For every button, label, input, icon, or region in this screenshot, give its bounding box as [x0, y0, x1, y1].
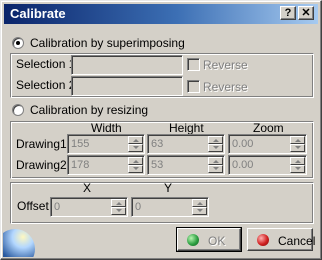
ok-button[interactable]: OK [176, 227, 242, 252]
selection1-field[interactable] [71, 55, 183, 75]
drawing1-width-value: 155 [71, 138, 90, 150]
spin-down-icon[interactable] [128, 165, 143, 173]
reverse2-checkbox[interactable] [187, 80, 200, 93]
spin-down-icon[interactable] [128, 144, 143, 152]
spin-down-icon[interactable] [111, 207, 126, 215]
selection2-label: Selection 2 [16, 78, 76, 92]
drawing1-height-value: 63 [151, 138, 164, 150]
reverse1-label: Reverse [203, 58, 248, 72]
offset-y-value: 0 [135, 201, 142, 213]
drawing2-zoom-field[interactable]: 0.00 [228, 155, 307, 175]
title-bar[interactable]: Calibrate ? ✕ [4, 4, 318, 24]
drawing1-width-field[interactable]: 155 [67, 134, 145, 154]
spin-down-icon[interactable] [290, 144, 305, 152]
spin-up-icon[interactable] [128, 136, 143, 144]
spin-up-icon[interactable] [290, 157, 305, 165]
drawing2-width-value: 178 [71, 159, 90, 171]
resize-radio-label[interactable]: Calibration by resizing [30, 103, 148, 117]
spin-up-icon[interactable] [192, 199, 207, 207]
drawing1-zoom-spinner[interactable] [290, 136, 305, 152]
superimpose-radio-label[interactable]: Calibration by superimposing [30, 36, 185, 50]
offset-x-spinner[interactable] [111, 199, 126, 215]
red-circle-icon [257, 234, 269, 246]
calibrate-dialog: Calibrate ? ✕ Calibration by superimposi… [0, 0, 322, 260]
spin-down-icon[interactable] [208, 144, 223, 152]
close-icon: ✕ [301, 7, 311, 19]
reverse2-label: Reverse [203, 80, 248, 94]
green-circle-icon [187, 234, 199, 246]
spin-down-icon[interactable] [192, 207, 207, 215]
offset-label: Offset [17, 199, 49, 213]
ok-label: OK [208, 234, 226, 248]
resize-radio[interactable] [12, 104, 24, 116]
offset-y-spinner[interactable] [192, 199, 207, 215]
drawing2-width-spinner[interactable] [128, 157, 143, 173]
help-icon: ? [284, 7, 292, 19]
globe-decoration [3, 217, 43, 257]
selection2-field[interactable] [71, 76, 183, 96]
spin-up-icon[interactable] [208, 136, 223, 144]
window-title: Calibrate [10, 6, 66, 21]
spin-up-icon[interactable] [290, 136, 305, 144]
offset-y-header: Y [164, 181, 173, 195]
drawing2-height-value: 53 [151, 159, 164, 171]
help-button[interactable]: ? [280, 6, 296, 20]
spin-down-icon[interactable] [290, 165, 305, 173]
drawing1-label: Drawing1 [16, 137, 67, 151]
drawing2-height-field[interactable]: 53 [147, 155, 225, 175]
offset-y-field[interactable]: 0 [131, 197, 209, 217]
drawing2-zoom-value: 0.00 [232, 159, 254, 171]
drawing2-width-field[interactable]: 178 [67, 155, 145, 175]
spin-up-icon[interactable] [128, 157, 143, 165]
width-column-header: Width [91, 121, 122, 135]
offset-x-header: X [83, 181, 92, 195]
spin-up-icon[interactable] [111, 199, 126, 207]
reverse1-checkbox[interactable] [187, 58, 200, 71]
globe-icon [3, 229, 35, 257]
drawing1-height-spinner[interactable] [208, 136, 223, 152]
cancel-label: Cancel [278, 234, 316, 248]
cancel-button[interactable]: Cancel [247, 228, 316, 251]
drawing1-zoom-field[interactable]: 0.00 [228, 134, 307, 154]
close-button[interactable]: ✕ [298, 6, 314, 20]
spin-up-icon[interactable] [208, 157, 223, 165]
drawing2-label: Drawing2 [16, 158, 67, 172]
height-column-header: Height [169, 121, 204, 135]
drawing1-width-spinner[interactable] [128, 136, 143, 152]
drawing1-height-field[interactable]: 63 [147, 134, 225, 154]
drawing1-zoom-value: 0.00 [232, 138, 254, 150]
offset-x-value: 0 [54, 201, 61, 213]
selection1-label: Selection 1 [16, 57, 76, 71]
zoom-column-header: Zoom [253, 121, 284, 135]
drawing2-height-spinner[interactable] [208, 157, 223, 173]
superimpose-radio[interactable] [12, 37, 24, 49]
radio-selected-dot [16, 41, 20, 45]
spin-down-icon[interactable] [208, 165, 223, 173]
drawing2-zoom-spinner[interactable] [290, 157, 305, 173]
offset-x-field[interactable]: 0 [50, 197, 128, 217]
